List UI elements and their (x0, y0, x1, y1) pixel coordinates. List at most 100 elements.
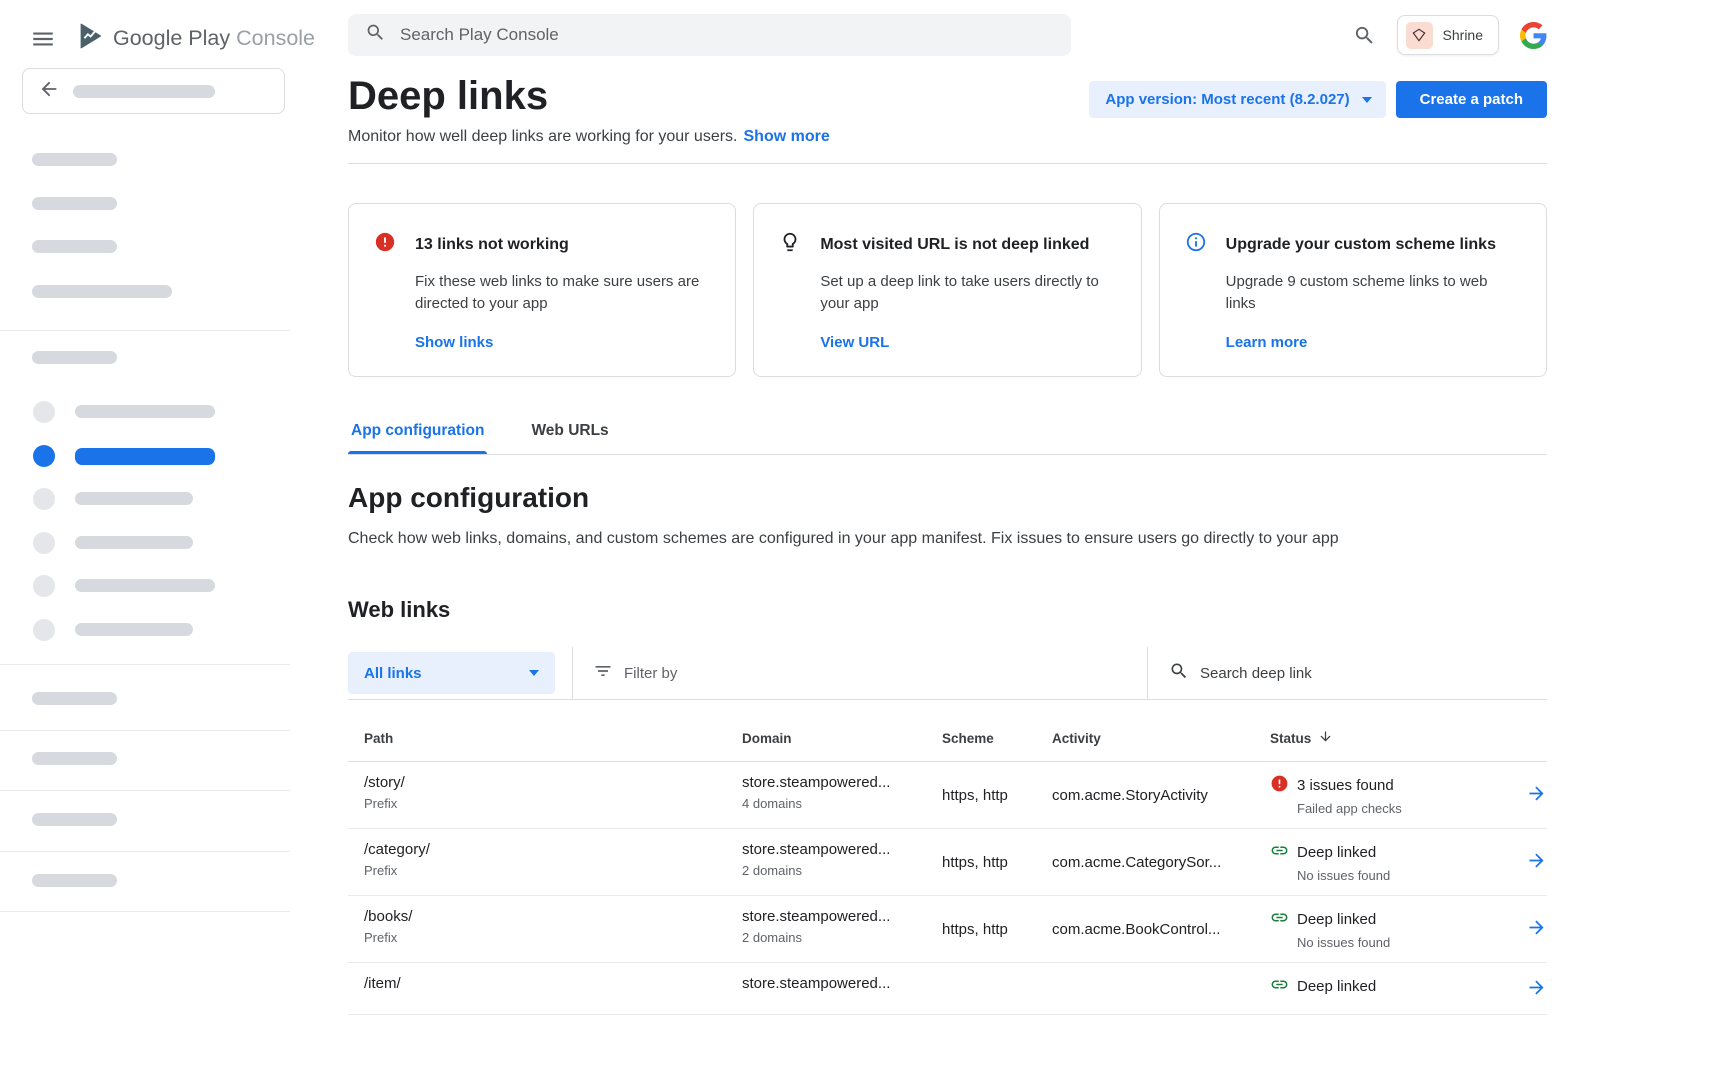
lightbulb-icon (779, 231, 801, 258)
card-body: Fix these web links to make sure users a… (415, 271, 709, 315)
domain-value: store.steampowered... (742, 975, 942, 992)
app-version-label: App version: Most recent (8.2.027) (1105, 91, 1349, 108)
deep-link-search[interactable] (1148, 661, 1547, 686)
show-more-link[interactable]: Show more (744, 128, 830, 145)
error-icon (374, 231, 396, 258)
open-link-details-button[interactable] (1526, 977, 1547, 1001)
column-scheme[interactable]: Scheme (942, 731, 1052, 746)
links-filter-dropdown[interactable]: All links (348, 652, 555, 694)
table-row[interactable]: /category/Prefix store.steampowered...2 … (348, 829, 1547, 896)
domain-count: 4 domains (742, 796, 942, 811)
status-value: Deep linked (1297, 978, 1376, 995)
console-search-input[interactable] (400, 25, 1054, 45)
table-row[interactable]: /story/Prefix store.steampowered...4 dom… (348, 762, 1547, 829)
learn-more-link[interactable]: Learn more (1226, 334, 1308, 351)
skeleton-bar (32, 351, 117, 364)
status-value: Deep linked (1297, 911, 1376, 928)
domain-count: 2 domains (742, 930, 942, 945)
scheme-value: https, http (942, 921, 1052, 938)
create-patch-button[interactable]: Create a patch (1396, 81, 1547, 118)
google-account-icon[interactable] (1520, 22, 1547, 49)
card-title: 13 links not working (415, 236, 569, 254)
scheme-value: https, http (942, 787, 1052, 804)
page-header: Deep links Monitor how well deep links a… (348, 74, 1547, 146)
path-value: /item/ (364, 975, 742, 992)
section-description: Check how web links, domains, and custom… (348, 530, 1547, 548)
card-body: Upgrade 9 custom scheme links to web lin… (1226, 271, 1520, 315)
status-detail: No issues found (1297, 935, 1507, 950)
skeleton-bar (75, 492, 193, 505)
app-version-dropdown[interactable]: App version: Most recent (8.2.027) (1089, 81, 1385, 118)
status-detail: Failed app checks (1297, 801, 1507, 816)
status-value: Deep linked (1297, 844, 1376, 861)
view-url-link[interactable]: View URL (820, 334, 889, 351)
table-header: Path Domain Scheme Activity Status (348, 715, 1547, 762)
nav-item-dot-active (33, 445, 55, 467)
card-body: Set up a deep link to take users directl… (820, 271, 1114, 315)
skeleton-bar (32, 813, 117, 826)
error-icon (1270, 774, 1289, 797)
search-icon[interactable] (1353, 24, 1376, 47)
link-icon (1270, 975, 1289, 998)
play-logo-icon (75, 20, 105, 57)
vertical-divider (572, 647, 573, 700)
activity-value: com.acme.BookControl... (1052, 921, 1270, 938)
tab-bar: App configuration Web URLs (348, 422, 1547, 455)
table-row[interactable]: /item/ store.steampowered... Deep linked (348, 963, 1547, 1015)
column-domain[interactable]: Domain (742, 731, 942, 746)
sidebar-item-active[interactable] (75, 448, 215, 465)
status-value: 3 issues found (1297, 777, 1394, 794)
status-badge: Deep linked (1270, 975, 1507, 998)
activity-value: com.acme.StoryActivity (1052, 787, 1270, 804)
links-filter-value: All links (364, 665, 422, 682)
search-icon (365, 22, 386, 48)
status-badge: 3 issues found (1270, 774, 1507, 797)
tab-app-configuration[interactable]: App configuration (348, 422, 487, 454)
arrow-right-icon (1526, 917, 1547, 941)
topbar-right: Shrine (1353, 15, 1547, 55)
search-icon (1169, 661, 1189, 686)
path-value: /category/ (364, 841, 742, 858)
domain-value: store.steampowered... (742, 908, 942, 925)
show-links-link[interactable]: Show links (415, 334, 493, 351)
menu-icon[interactable] (30, 26, 56, 52)
skeleton-bar (32, 285, 172, 298)
table-row[interactable]: /books/Prefix store.steampowered...2 dom… (348, 896, 1547, 963)
status-badge: Deep linked (1270, 841, 1507, 864)
page-subtitle: Monitor how well deep links are working … (348, 128, 830, 146)
sidebar-divider (0, 851, 290, 852)
links-not-working-card: 13 links not working Fix these web links… (348, 203, 736, 377)
status-badge: Deep linked (1270, 908, 1507, 931)
column-activity[interactable]: Activity (1052, 731, 1270, 746)
skeleton-bar (75, 579, 215, 592)
filter-by-label: Filter by (624, 665, 677, 682)
column-status[interactable]: Status (1270, 729, 1507, 747)
open-link-details-button[interactable] (1526, 917, 1547, 941)
web-links-heading: Web links (348, 597, 1547, 623)
back-button[interactable] (22, 68, 285, 114)
skeleton-bar (32, 153, 117, 166)
deep-link-search-input[interactable] (1200, 665, 1547, 682)
skeleton-bar (75, 405, 215, 418)
upgrade-scheme-card: Upgrade your custom scheme links Upgrade… (1159, 203, 1547, 377)
column-path[interactable]: Path (364, 731, 742, 746)
filter-by-button[interactable]: Filter by (593, 661, 677, 685)
activity-value: com.acme.CategorySor... (1052, 854, 1270, 871)
path-type: Prefix (364, 863, 742, 878)
console-search[interactable] (348, 14, 1071, 56)
topbar: Shrine (348, 14, 1547, 56)
open-link-details-button[interactable] (1526, 783, 1547, 807)
filter-bar: All links Filter by (348, 647, 1547, 700)
skeleton-bar (32, 692, 117, 705)
logo-text: Google Play Console (113, 26, 315, 51)
nav-item-dot (33, 619, 55, 641)
open-link-details-button[interactable] (1526, 850, 1547, 874)
play-console-logo: Google Play Console (75, 20, 315, 57)
app-selector[interactable]: Shrine (1397, 15, 1499, 55)
card-title: Upgrade your custom scheme links (1226, 236, 1496, 254)
tab-web-urls[interactable]: Web URLs (528, 422, 611, 454)
link-icon (1270, 908, 1289, 931)
chevron-down-icon (1362, 97, 1372, 103)
skeleton-bar (73, 85, 215, 98)
chevron-down-icon (529, 670, 539, 676)
